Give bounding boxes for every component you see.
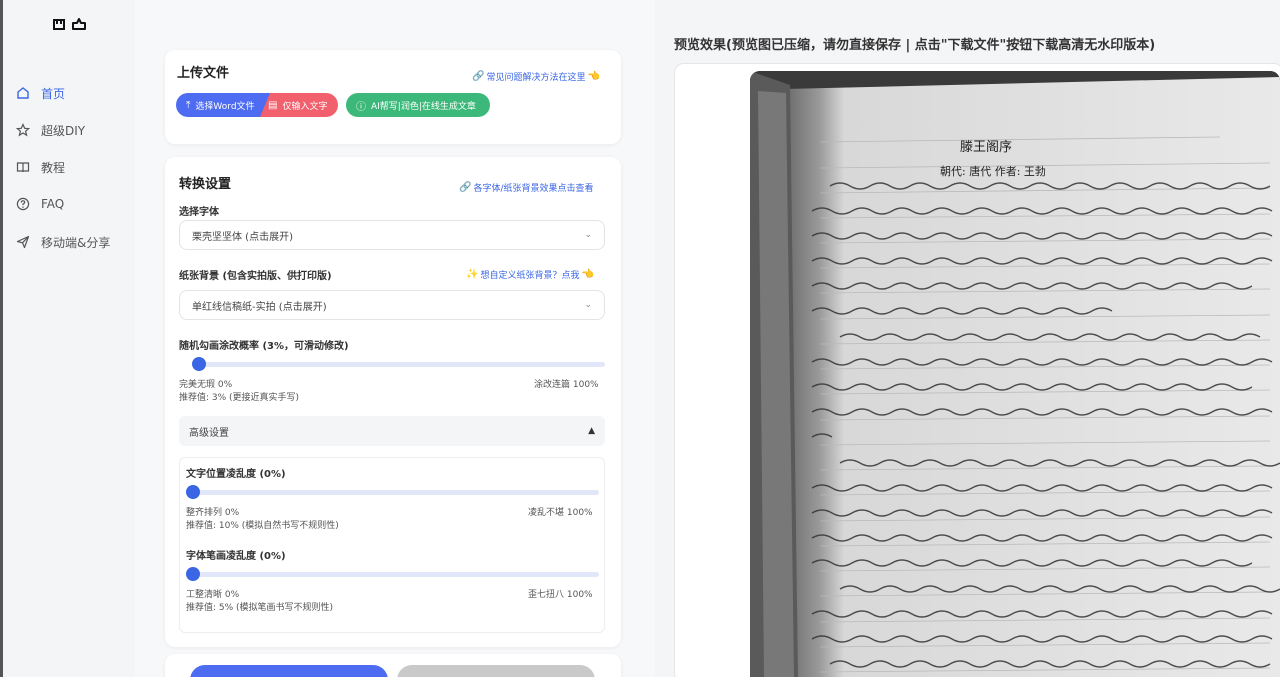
stroke-slider-track[interactable] xyxy=(192,572,599,577)
home-icon xyxy=(15,85,31,101)
nav-label: FAQ xyxy=(41,197,65,211)
custom-paper-link[interactable]: ✨ 想自定义纸张背景？点我 👈 xyxy=(464,268,596,281)
faq-link-label: 常见问题解决方法在这里 xyxy=(486,73,586,83)
faq-link[interactable]: 🔗 常见问题解决方法在这里 👈 xyxy=(470,70,602,83)
effects-link[interactable]: 🔗 各字体/纸张背景效果点击查看 xyxy=(457,181,594,194)
generate-button[interactable] xyxy=(190,665,388,677)
send-icon xyxy=(15,234,31,250)
paper-select[interactable]: 单红线信稿纸-实拍 (点击展开) ⌄ xyxy=(179,290,605,320)
handwriting-preview-image: 滕王阁序 朝代: 唐代 作者: 王勃 xyxy=(750,71,1280,677)
link-icon: 🔗 xyxy=(472,71,485,82)
question-icon xyxy=(15,196,31,212)
sparkle-icon: ✨ xyxy=(466,269,479,280)
position-slider-thumb[interactable] xyxy=(186,485,200,499)
poem-subtitle: 朝代: 唐代 作者: 王勃 xyxy=(940,164,1046,178)
text-only-button[interactable]: ▤ 仅输入文字 xyxy=(260,93,338,117)
stroke-max-label: 歪七扭八 100% xyxy=(528,590,593,600)
nav-label: 教程 xyxy=(41,160,66,175)
nav-item-share[interactable]: 移动端&分享 xyxy=(15,232,110,252)
sidebar: 首页 超级DIY 教程 FAQ 移动端&分享 xyxy=(0,0,135,677)
nav-label: 移动端&分享 xyxy=(41,235,111,250)
app-logo[interactable] xyxy=(51,14,91,34)
correction-hint: 推荐值: 3% (更接近真实手写) xyxy=(179,393,300,403)
paper-select-value: 单红线信稿纸-实拍 (点击展开) xyxy=(192,301,327,313)
font-select-value: 栗壳坚坚体 (点击展开) xyxy=(192,231,293,243)
nav-label: 首页 xyxy=(41,86,66,101)
position-chaos-label: 文字位置凌乱度 (0%) xyxy=(186,469,286,480)
ai-write-button[interactable]: ⓘ AI帮写|润色|在线生成文章 xyxy=(346,93,490,117)
ai-write-label: AI帮写|润色|在线生成文章 xyxy=(371,101,476,112)
position-hint: 推荐值: 10% (模拟自然书写不规则性) xyxy=(186,521,339,531)
document-icon: ▤ xyxy=(268,99,278,111)
correction-slider-thumb[interactable] xyxy=(192,357,206,371)
upload-icon: ⤒ xyxy=(186,99,191,111)
font-select[interactable]: 栗壳坚坚体 (点击展开) ⌄ xyxy=(179,220,605,250)
select-word-label: 选择Word文件 xyxy=(195,101,255,112)
stroke-slider-thumb[interactable] xyxy=(186,567,200,581)
caret-up-icon: ▲ xyxy=(588,426,595,436)
chevron-down-icon: ⌄ xyxy=(584,230,592,240)
paper-label: 纸张背景 (包含实拍版、供打印版) xyxy=(179,271,332,282)
correction-min-label: 完美无瑕 0% xyxy=(179,380,233,390)
advanced-settings-toggle[interactable]: 高级设置 ▲ xyxy=(179,416,605,446)
nav-item-diy[interactable]: 超级DIY xyxy=(15,120,85,140)
text-only-label: 仅输入文字 xyxy=(282,101,328,112)
preview-title: 预览效果(预览图已压缩，请勿直接保存 | 点击"下载文件"按钮下载高清无水印版本… xyxy=(674,38,1156,53)
correction-slider-track[interactable] xyxy=(193,362,605,367)
question-circle-icon: ⓘ xyxy=(356,101,366,113)
nav-item-home[interactable]: 首页 xyxy=(15,83,65,103)
advanced-settings-label: 高级设置 xyxy=(189,427,229,439)
pointing-hand-icon: 👈 xyxy=(581,269,594,280)
position-min-label: 整齐排列 0% xyxy=(186,508,240,518)
pointing-hand-icon: 👈 xyxy=(587,71,600,82)
upload-title: 上传文件 xyxy=(177,66,230,81)
settings-title: 转换设置 xyxy=(179,177,232,192)
custom-paper-label: 想自定义纸张背景？点我 xyxy=(480,271,580,281)
font-label: 选择字体 xyxy=(179,207,219,218)
nav-item-tutorial[interactable]: 教程 xyxy=(15,157,65,177)
position-max-label: 凌乱不堪 100% xyxy=(528,508,593,518)
stroke-chaos-label: 字体笔画凌乱度 (0%) xyxy=(186,551,286,562)
nav-label: 超级DIY xyxy=(41,123,86,138)
star-icon xyxy=(15,122,31,138)
stroke-hint: 推荐值: 5% (模拟笔画书写不规则性) xyxy=(186,603,334,613)
position-slider-track[interactable] xyxy=(192,490,599,495)
correction-max-label: 涂改连篇 100% xyxy=(534,380,599,390)
nav-item-faq[interactable]: FAQ xyxy=(15,194,64,214)
poem-title: 滕王阁序 xyxy=(960,140,1012,155)
stroke-min-label: 工整清晰 0% xyxy=(186,590,240,600)
link-icon: 🔗 xyxy=(459,182,472,193)
chevron-down-icon: ⌄ xyxy=(584,300,592,310)
effects-link-label: 各字体/纸张背景效果点击查看 xyxy=(473,184,594,194)
correction-label: 随机勾画涂改概率 (3%，可滑动修改) xyxy=(179,341,349,352)
book-icon xyxy=(15,159,31,175)
download-button[interactable] xyxy=(397,665,595,677)
